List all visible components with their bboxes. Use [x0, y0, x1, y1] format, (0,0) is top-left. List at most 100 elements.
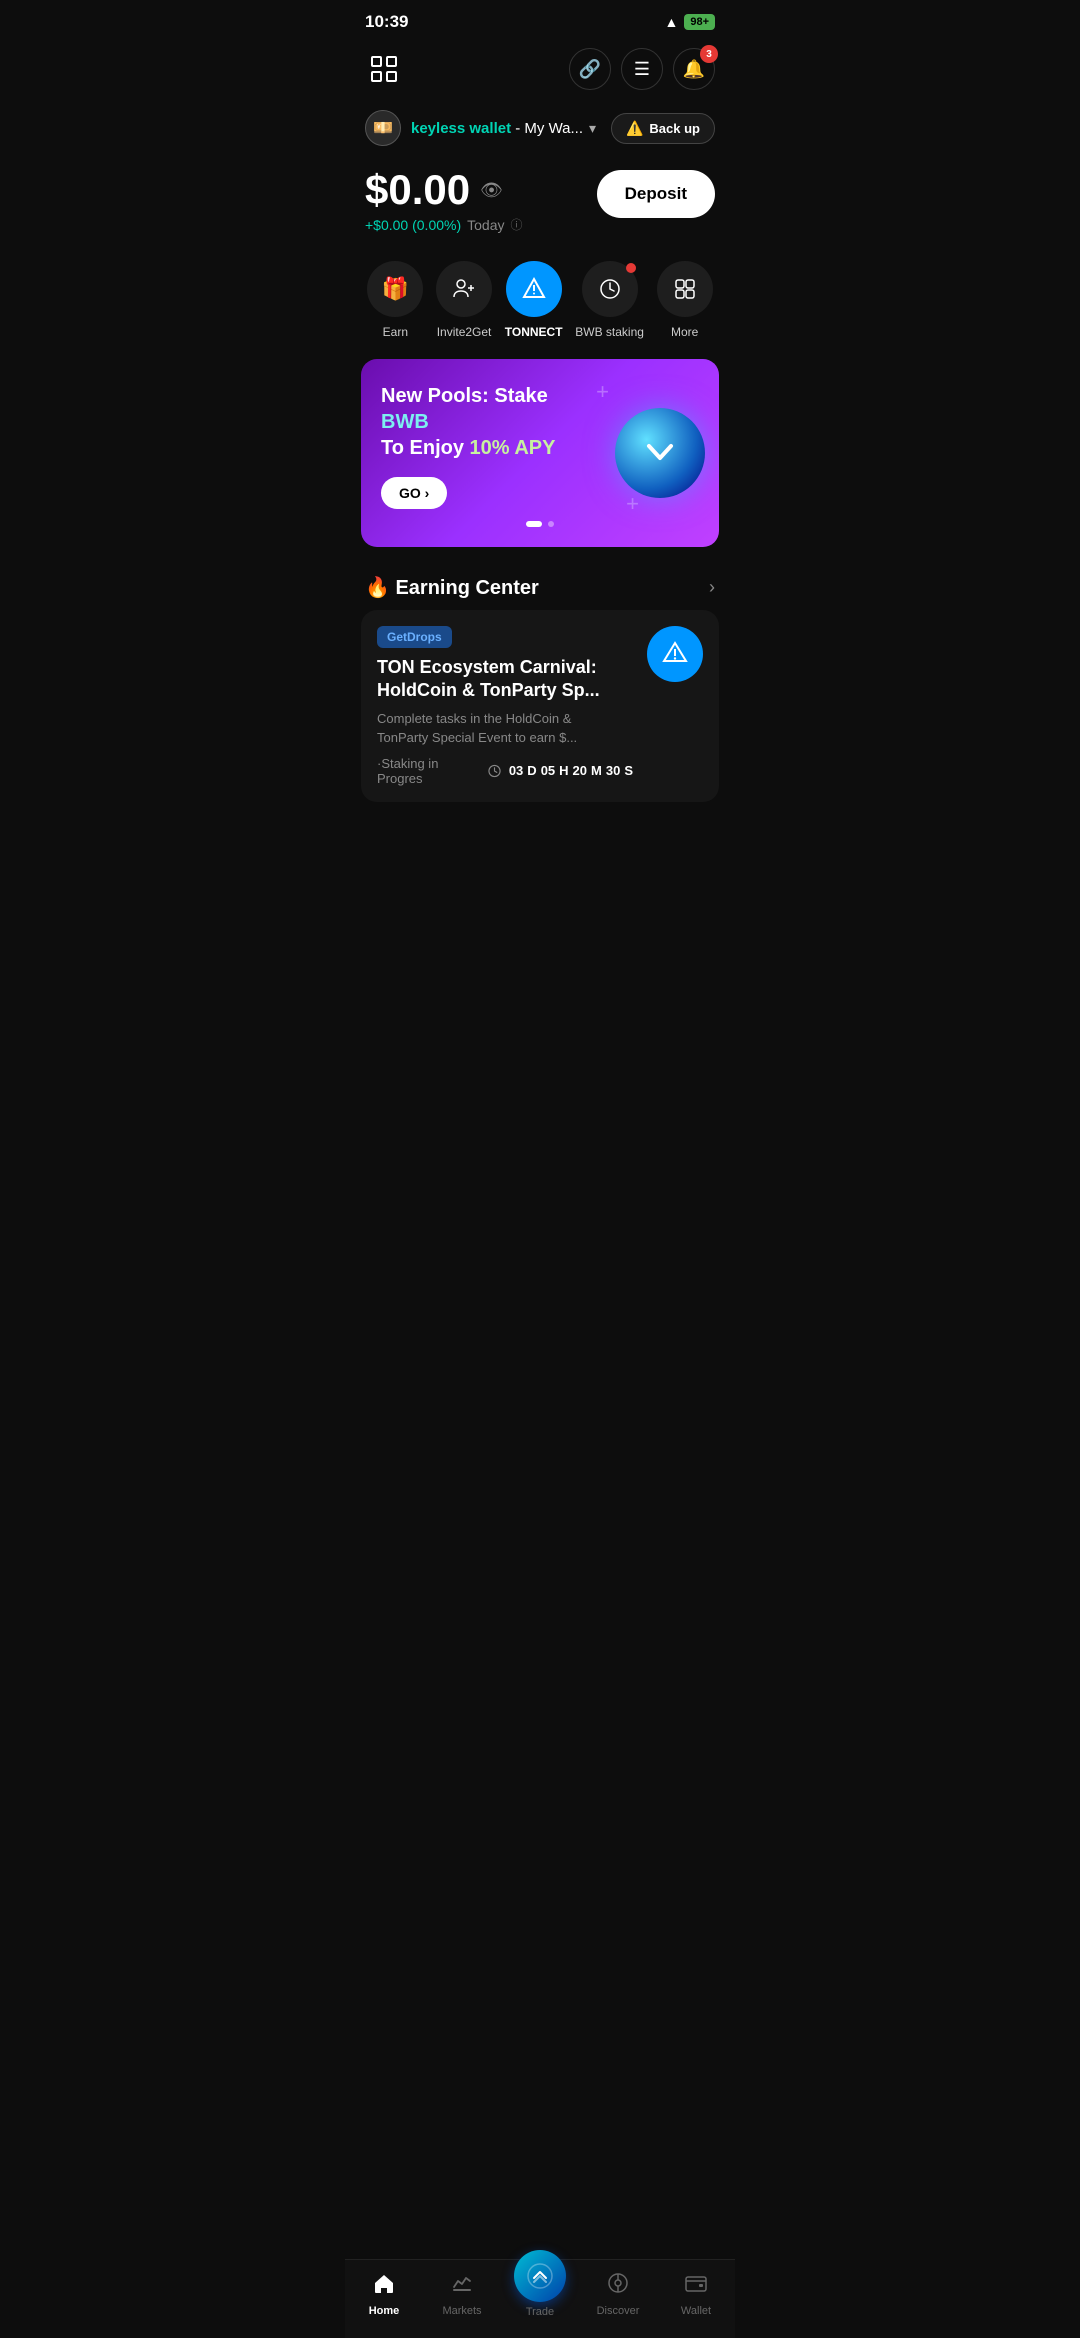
tonnect-icon [520, 275, 548, 303]
notification-button[interactable]: 🔔 3 [673, 48, 715, 90]
more-circle [657, 261, 713, 317]
wallet-icon [684, 2271, 708, 2301]
status-time: 10:39 [365, 12, 408, 32]
more-action[interactable]: More [657, 261, 713, 339]
banner-coin-inner [615, 408, 705, 498]
timer-hours: 05 [541, 763, 555, 778]
banner-go-button[interactable]: GO › [381, 477, 447, 509]
invite2get-circle [436, 261, 492, 317]
get-drops-badge: GetDrops [377, 626, 452, 648]
action-row: 🎁 Earn Invite2Get [345, 241, 735, 347]
trade-button[interactable] [514, 2250, 566, 2302]
trade-label: Trade [526, 2306, 554, 2318]
wifi-icon: ▲ [664, 14, 678, 30]
banner-text: New Pools: Stake BWB To Enjoy 10% APY GO… [381, 383, 572, 509]
avatar-icon: 💴 [373, 118, 393, 138]
apps-grid-icon [371, 56, 397, 82]
earning-center-header[interactable]: 🔥 Earning Center › [345, 559, 735, 610]
link-icon: 🔗 [579, 59, 601, 80]
staking-timer: 03 D 05 H 20 M 30 S [509, 763, 633, 778]
staking-label: ·Staking in Progres [377, 756, 480, 786]
notification-badge: 3 [700, 45, 718, 63]
nav-trade[interactable]: Trade [510, 2270, 570, 2318]
banner-highlight-bwb: BWB [381, 411, 429, 433]
coin-chevron-icon [637, 430, 683, 476]
wallet-header: 💴 keyless wallet - My Wa... ▾ ⚠️ Back up [345, 102, 735, 150]
battery-indicator: 98+ [684, 14, 715, 30]
nav-right: 🔗 ☰ 🔔 3 [569, 48, 715, 90]
nav-wallet[interactable]: Wallet [666, 2271, 726, 2317]
markets-label: Markets [442, 2305, 481, 2317]
earning-logo [647, 626, 703, 682]
apps-button[interactable] [365, 50, 403, 88]
balance-change: +$0.00 (0.00%) Today ⓘ [365, 216, 523, 233]
timer-seconds: 30 [606, 763, 620, 778]
clock-icon [488, 764, 501, 778]
signal-icon [652, 15, 658, 30]
nav-home[interactable]: Home [354, 2271, 414, 2317]
timer-days: 03 [509, 763, 523, 778]
bwb-staking-circle [582, 261, 638, 317]
banner[interactable]: + + New Pools: Stake BWB To Enjoy 10% AP… [361, 359, 719, 547]
backup-button[interactable]: ⚠️ Back up [611, 113, 715, 144]
home-label: Home [369, 2305, 400, 2317]
earning-card[interactable]: GetDrops TON Ecosystem Carnival:HoldCoin… [361, 610, 719, 802]
warning-icon: ⚠️ [626, 120, 643, 137]
banner-highlight-apy: 10% APY [470, 437, 556, 459]
earning-center-arrow: › [709, 577, 715, 598]
trade-icon [526, 2262, 554, 2290]
menu-icon: ☰ [634, 59, 650, 80]
banner-dot-1 [526, 521, 542, 527]
earning-card-desc: Complete tasks in the HoldCoin &TonParty… [377, 709, 633, 748]
earn-label: Earn [383, 325, 408, 339]
banner-plus-1: + [596, 379, 609, 405]
balance-left: $0.00 👁 +$0.00 (0.00%) Today ⓘ [365, 166, 523, 233]
bwb-staking-action[interactable]: BWB staking [575, 261, 644, 339]
earning-center-title: 🔥 Earning Center [365, 575, 539, 600]
ton-logo-icon [660, 639, 690, 669]
banner-coin [615, 408, 705, 498]
bell-icon: 🔔 [683, 59, 705, 80]
menu-button[interactable]: ☰ [621, 48, 663, 90]
nav-discover[interactable]: Discover [588, 2271, 648, 2317]
balance-value: $0.00 [365, 166, 470, 214]
balance-section: $0.00 👁 +$0.00 (0.00%) Today ⓘ Deposit [345, 150, 735, 241]
invite-icon [452, 277, 476, 301]
tonnect-label: TONNECT [505, 325, 563, 339]
wallet-type: keyless wallet [411, 120, 511, 137]
bwb-dot-badge [626, 263, 636, 273]
markets-icon [450, 2271, 474, 2301]
staking-row: ·Staking in Progres 03 D 05 H 20 M 30 S [377, 756, 633, 786]
home-icon [372, 2271, 396, 2301]
tonnect-circle [506, 261, 562, 317]
wallet-label: Wallet [681, 2305, 711, 2317]
wallet-name-row[interactable]: keyless wallet - My Wa... ▾ [411, 120, 601, 137]
tonnect-action[interactable]: TONNECT [505, 261, 563, 339]
deposit-button[interactable]: Deposit [597, 170, 715, 218]
chevron-down-icon: ▾ [589, 120, 596, 137]
invite2get-label: Invite2Get [437, 325, 492, 339]
link-button[interactable]: 🔗 [569, 48, 611, 90]
earn-action[interactable]: 🎁 Earn [367, 261, 423, 339]
earning-card-content: GetDrops TON Ecosystem Carnival:HoldCoin… [377, 626, 633, 786]
balance-change-value: +$0.00 (0.00%) [365, 217, 461, 233]
wallet-name-label: keyless wallet - My Wa... [411, 120, 583, 137]
status-bar: 10:39 ▲ 98+ [345, 0, 735, 40]
info-icon: ⓘ [510, 216, 522, 233]
bwb-staking-label: BWB staking [575, 325, 644, 339]
wallet-name-suffix: - My Wa... [511, 120, 583, 137]
eye-icon[interactable]: 👁 [480, 180, 503, 201]
earn-icon: 🎁 [382, 276, 409, 302]
banner-dots [381, 521, 699, 527]
banner-title: New Pools: Stake BWB To Enjoy 10% APY [381, 383, 572, 461]
invite2get-action[interactable]: Invite2Get [436, 261, 492, 339]
earn-circle: 🎁 [367, 261, 423, 317]
timer-minutes: 20 [573, 763, 587, 778]
discover-label: Discover [597, 2305, 640, 2317]
today-label: Today [467, 217, 504, 233]
nav-markets[interactable]: Markets [432, 2271, 492, 2317]
top-nav: 🔗 ☰ 🔔 3 [345, 40, 735, 102]
more-label: More [671, 325, 698, 339]
more-icon [673, 277, 697, 301]
earning-card-title: TON Ecosystem Carnival:HoldCoin & TonPar… [377, 656, 633, 703]
